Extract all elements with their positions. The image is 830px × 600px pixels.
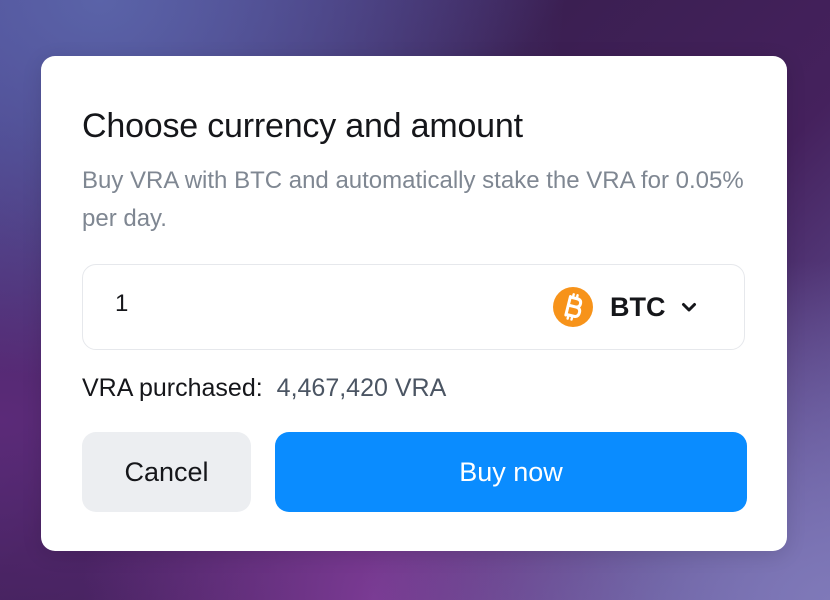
dialog-subtitle: Buy VRA with BTC and automatically stake… [82,167,744,232]
vra-purchased-value: 4,467,420 VRA [276,374,447,402]
vra-purchased-label: VRA purchased: [82,374,263,402]
chevron-down-icon [682,303,696,312]
amount-input-group: 1 BTC [82,264,745,350]
cancel-button[interactable]: Cancel [82,432,251,512]
currency-dropdown[interactable]: BTC [553,287,713,327]
choose-currency-dialog: Choose currency and amount Buy VRA with … [41,56,787,551]
currency-code: BTC [610,292,666,322]
bitcoin-icon [553,287,593,327]
buy-now-button[interactable]: Buy now [275,432,747,512]
amount-input[interactable]: 1 [115,289,128,319]
vra-purchased-row: VRA purchased: 4,467,420 VRA [82,372,446,404]
dialog-title: Choose currency and amount [82,107,523,145]
